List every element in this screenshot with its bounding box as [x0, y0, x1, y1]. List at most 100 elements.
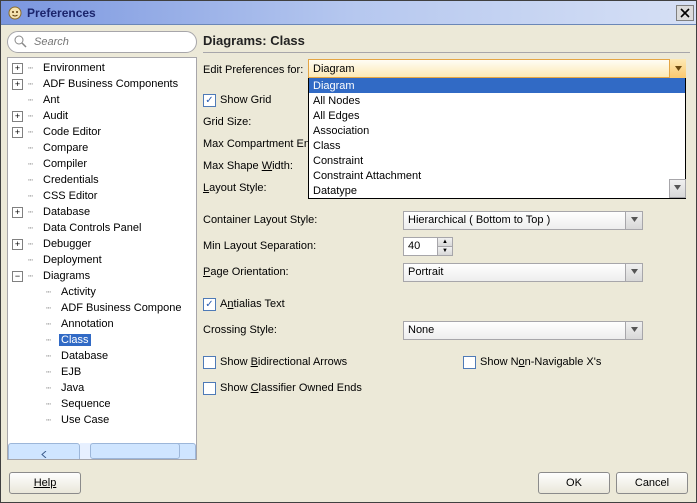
expand-icon[interactable]: + — [12, 111, 23, 122]
dropdown-option[interactable]: Association — [309, 123, 685, 138]
tree-item-database[interactable]: ···Database — [8, 348, 196, 364]
ok-button[interactable]: OK — [538, 472, 610, 494]
tree-hscrollbar[interactable] — [8, 443, 196, 459]
show-classifier-checkbox[interactable] — [203, 382, 216, 395]
tree-connector-icon: ··· — [27, 62, 41, 74]
dropdown-option[interactable]: Class — [309, 138, 685, 153]
crossing-style-label: Crossing Style: — [203, 324, 403, 336]
tree-item-code-editor[interactable]: + ···Code Editor — [8, 124, 196, 140]
tree-item-environment[interactable]: + ···Environment — [8, 60, 196, 76]
spin-down[interactable]: ▼ — [437, 247, 452, 255]
tree-item-label: EJB — [59, 366, 83, 378]
chevron-down-icon — [625, 212, 642, 229]
tree-connector-icon: ··· — [45, 382, 59, 394]
tree-scroll[interactable]: +···Environment+···ADF Business Componen… — [8, 58, 196, 443]
edit-prefs-value: Diagram — [313, 63, 355, 75]
dropdown-option[interactable]: Constraint Attachment — [309, 168, 685, 183]
panel-title: Diagrams: Class — [203, 31, 690, 52]
tree-item-ejb[interactable]: ···EJB — [8, 364, 196, 380]
tree-item-label: Ant — [41, 94, 62, 106]
tree-item-debugger[interactable]: +···Debugger — [8, 236, 196, 252]
tree-item-java[interactable]: ···Java — [8, 380, 196, 396]
show-nonnav-checkbox[interactable] — [463, 356, 476, 369]
collapse-icon[interactable]: − — [12, 271, 23, 282]
tree-item-sequence[interactable]: ···Sequence — [8, 396, 196, 412]
help-button[interactable]: Help — [9, 472, 81, 494]
tree-item-activity[interactable]: ···Activity — [8, 284, 196, 300]
crossing-style-dropdown[interactable]: None — [403, 321, 643, 340]
show-nonnav-label: Show Non-Navigable X's — [480, 356, 601, 368]
chevron-down-icon — [669, 59, 686, 78]
tree-item-diagrams[interactable]: −···Diagrams — [8, 268, 196, 284]
tree-item-label: Data Controls Panel — [41, 222, 143, 234]
tree-connector-icon: ··· — [27, 174, 41, 186]
tree-item-compare[interactable]: ···Compare — [8, 140, 196, 156]
container-layout-dropdown[interactable]: Hierarchical ( Bottom to Top ) — [403, 211, 643, 230]
tree-item-css-editor[interactable]: ···CSS Editor — [8, 188, 196, 204]
dialog-footer: Help OK Cancel — [1, 466, 696, 502]
show-bidi-checkbox[interactable] — [203, 356, 216, 369]
tree-item-class[interactable]: ···Class — [8, 332, 196, 348]
tree-item-annotation[interactable]: ···Annotation — [8, 316, 196, 332]
close-button[interactable] — [676, 5, 694, 21]
tree-connector-icon: ··· — [45, 366, 59, 378]
show-grid-checkbox[interactable]: ✓ — [203, 94, 216, 107]
tree-item-label: Database — [59, 350, 110, 362]
expand-icon[interactable]: + — [12, 239, 23, 250]
tree-item-label: Audit — [41, 110, 70, 122]
dropdown-option[interactable]: Datatype — [309, 183, 685, 198]
tree-item-data-controls-panel[interactable]: ···Data Controls Panel — [8, 220, 196, 236]
tree-item-adf-business-compone[interactable]: ···ADF Business Compone — [8, 300, 196, 316]
expand-icon[interactable]: + — [12, 63, 23, 74]
tree-connector-icon: ··· — [27, 254, 41, 266]
tree-item-database[interactable]: +···Database — [8, 204, 196, 220]
tree-connector-icon: ··· — [27, 110, 41, 122]
search-input[interactable] — [32, 35, 190, 49]
tree-item-deployment[interactable]: ···Deployment — [8, 252, 196, 268]
tree-item-label: Deployment — [41, 254, 104, 266]
edit-prefs-dropdown[interactable]: Diagram DiagramAll NodesAll EdgesAssocia… — [308, 59, 686, 199]
tree-item-label: Credentials — [41, 174, 101, 186]
dropdown-option[interactable]: Diagram — [309, 78, 685, 93]
page-orientation-dropdown[interactable]: Portrait — [403, 263, 643, 282]
spin-up[interactable]: ▲ — [437, 238, 452, 247]
titlebar: Preferences — [1, 1, 696, 25]
scroll-left-button[interactable] — [8, 443, 80, 460]
scroll-thumb[interactable] — [90, 443, 180, 459]
search-icon — [14, 35, 28, 49]
tree-item-credentials[interactable]: ···Credentials — [8, 172, 196, 188]
tree-item-compiler[interactable]: ···Compiler — [8, 156, 196, 172]
edit-prefs-list[interactable]: DiagramAll NodesAll EdgesAssociationClas… — [308, 78, 686, 199]
cancel-button[interactable]: Cancel — [616, 472, 688, 494]
tree-item-label: Annotation — [59, 318, 116, 330]
tree-item-label: Database — [41, 206, 92, 218]
app-icon — [7, 5, 23, 21]
search-box[interactable] — [7, 31, 197, 53]
tree-item-label: Use Case — [59, 414, 111, 426]
dropdown-option[interactable]: Constraint — [309, 153, 685, 168]
page-orientation-label: Page Orientation: — [203, 266, 403, 278]
min-layout-sep-spinner[interactable]: 40 ▲▼ — [403, 237, 453, 256]
dropdown-option[interactable]: All Edges — [309, 108, 685, 123]
dropdown-option[interactable]: All Nodes — [309, 93, 685, 108]
antialias-checkbox[interactable]: ✓ — [203, 298, 216, 311]
tree-item-label: Code Editor — [41, 126, 103, 138]
tree-item-label: Activity — [59, 286, 98, 298]
tree-item-audit[interactable]: + ···Audit — [8, 108, 196, 124]
min-layout-sep-label: Min Layout Separation: — [203, 240, 403, 252]
expand-icon[interactable]: + — [12, 207, 23, 218]
tree-connector-icon: ··· — [45, 414, 59, 426]
tree-item-adf-business-components[interactable]: +···ADF Business Components — [8, 76, 196, 92]
show-classifier-label: Show Classifier Owned Ends — [220, 382, 362, 394]
expand-icon[interactable]: + — [12, 79, 23, 90]
tree-item-label: Compare — [41, 142, 90, 154]
tree-item-use-case[interactable]: ···Use Case — [8, 412, 196, 428]
tree-connector-icon: ··· — [27, 142, 41, 154]
tree-connector-icon: ··· — [27, 126, 41, 138]
tree-item-label: Class — [59, 334, 91, 346]
expand-icon[interactable]: + — [12, 127, 23, 138]
layout-style-dropdown[interactable] — [669, 179, 686, 198]
tree-item-ant[interactable]: ···Ant — [8, 92, 196, 108]
tree-connector-icon: ··· — [27, 190, 41, 202]
tree-item-label: Environment — [41, 62, 107, 74]
